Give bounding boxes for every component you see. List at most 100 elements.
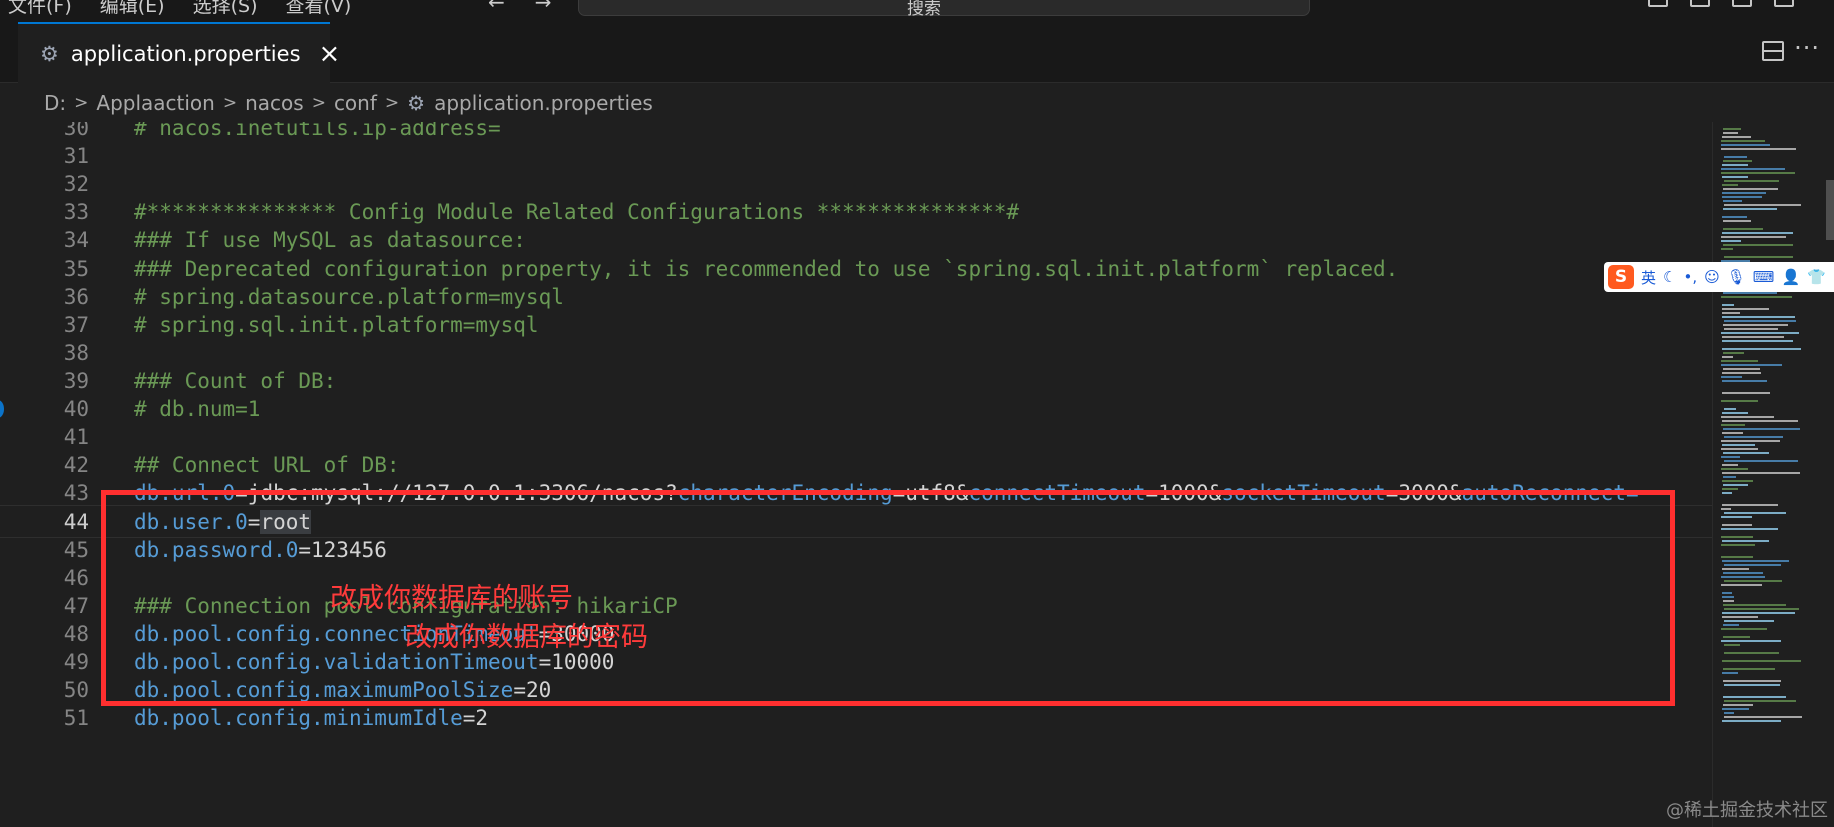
minimap-line: [1722, 560, 1789, 562]
editor-tab-strip: ⚙ application.properties × ···: [0, 22, 1834, 83]
customize-layout-icon[interactable]: [1774, 0, 1794, 7]
minimap-line: [1724, 652, 1779, 654]
forward-arrow-icon[interactable]: →: [535, 0, 552, 14]
back-arrow-icon[interactable]: ←: [488, 0, 505, 14]
breadcrumb-drive[interactable]: D:: [44, 91, 66, 115]
microphone-icon[interactable]: 🎙: [1727, 268, 1746, 286]
minimap-line: [1722, 392, 1770, 394]
minimap-line: [1722, 356, 1733, 358]
minimap-line: [1721, 576, 1765, 578]
navigation-arrows: ← →: [488, 0, 552, 14]
minimap-line: [1724, 320, 1796, 322]
moon-icon[interactable]: ☾: [1663, 268, 1676, 286]
code-token: # spring.datasource.platform=mysql: [134, 284, 564, 309]
breadcrumb-file[interactable]: application.properties: [434, 91, 653, 115]
minimap-line: [1723, 160, 1752, 162]
minimap-line: [1722, 612, 1795, 614]
skin-icon[interactable]: 👕: [1807, 268, 1826, 286]
minimap-line: [1723, 220, 1751, 222]
minimap-line: [1722, 616, 1758, 618]
toggle-secondary-sidebar-icon[interactable]: [1732, 0, 1752, 7]
more-actions-icon[interactable]: ···: [1794, 34, 1820, 62]
code-line[interactable]: 51 db.pool.config.minimumIdle=2: [0, 702, 1712, 735]
breadcrumb: D: > Applaaction > nacos > conf > ⚙ appl…: [0, 83, 1834, 122]
punctuation-icon[interactable]: •,: [1683, 268, 1697, 286]
line-code: db.pool.config.minimumIdle=2: [134, 702, 488, 735]
minimap-line: [1721, 544, 1755, 546]
minimap-line: [1721, 468, 1748, 470]
minimap-line: [1722, 340, 1793, 342]
menu-selection[interactable]: 选择(S): [193, 0, 258, 18]
minimap-line: [1721, 528, 1778, 530]
minimap-line: [1724, 644, 1740, 646]
tab-application-properties[interactable]: ⚙ application.properties ×: [18, 22, 340, 83]
chevron-right-icon: >: [311, 92, 326, 113]
toggle-primary-sidebar-icon[interactable]: [1648, 0, 1668, 7]
minimap-line: [1722, 672, 1738, 674]
minimap-line: [1722, 308, 1769, 310]
user-icon[interactable]: 👤: [1781, 268, 1800, 286]
title-bar: 文件(F) 编辑(E) 选择(S) 查看(V) ← → 搜索: [0, 0, 1834, 22]
minimap-line: [1723, 636, 1750, 638]
minimap-line: [1723, 604, 1786, 606]
minimap-line: [1723, 132, 1738, 134]
minimap-line: [1723, 352, 1744, 354]
minimap-line: [1722, 412, 1748, 414]
minimap-line: [1721, 364, 1782, 366]
menu-file[interactable]: 文件(F): [8, 0, 72, 18]
minimap-line: [1723, 624, 1739, 626]
code-token: # spring.sql.init.platform=mysql: [134, 312, 539, 337]
minimap-line: [1722, 660, 1801, 662]
breadcrumb-folder-applaaction[interactable]: Applaaction: [96, 91, 214, 115]
minimap-line: [1722, 348, 1801, 350]
minimap-line: [1723, 452, 1769, 454]
minimap-line: [1724, 408, 1736, 410]
toggle-panel-icon[interactable]: [1690, 0, 1710, 7]
line-number: 51: [63, 706, 89, 731]
minimap-line: [1722, 136, 1751, 138]
minimap-line: [1724, 328, 1778, 330]
minimap-line: [1724, 512, 1786, 514]
minimap-line: [1722, 592, 1732, 594]
code-editor[interactable]: 30 # nacos.inetutils.ip-address= 31 32 33 #**…: [0, 122, 1712, 827]
minimap-line: [1722, 708, 1749, 710]
vertical-scrollbar[interactable]: [1826, 180, 1834, 240]
minimap-line: [1722, 164, 1748, 166]
minimap-line: [1722, 568, 1749, 570]
minimap-line: [1721, 168, 1785, 170]
breadcrumb-folder-conf[interactable]: conf: [334, 91, 377, 115]
minimap-line: [1723, 128, 1741, 130]
minimap-line: [1721, 376, 1742, 378]
menu-view[interactable]: 查看(V): [286, 0, 352, 18]
breadcrumb-folder-nacos[interactable]: nacos: [245, 91, 304, 115]
minimap-line: [1723, 324, 1788, 326]
minimap-line: [1721, 172, 1795, 174]
minimap-line: [1724, 580, 1782, 582]
split-editor-icon[interactable]: [1762, 41, 1784, 61]
minimap-line: [1723, 476, 1736, 478]
minimap-line: [1722, 492, 1732, 494]
emoji-icon[interactable]: ☺: [1704, 268, 1720, 286]
layout-controls: [1648, 0, 1794, 7]
code-token: # nacos.inetutils.ip-address=: [134, 122, 501, 140]
minimap-line: [1724, 716, 1802, 718]
minimap-line: [1722, 524, 1752, 526]
minimap-line: [1722, 464, 1738, 466]
minimap-line: [1723, 244, 1793, 246]
chevron-right-icon: >: [222, 92, 238, 113]
ime-language-toggle[interactable]: 英: [1641, 267, 1656, 288]
ime-toolbar[interactable]: S 英 ☾ •, ☺ 🎙 ⌨ 👤 👕: [1604, 262, 1834, 292]
search-label: 搜索: [907, 0, 941, 19]
sogou-logo-icon[interactable]: S: [1608, 265, 1634, 289]
minimap-line: [1723, 572, 1763, 574]
close-icon[interactable]: ×: [319, 39, 341, 69]
minimap[interactable]: [1712, 122, 1834, 827]
menu-edit[interactable]: 编辑(E): [100, 0, 165, 18]
minimap-line: [1724, 460, 1798, 462]
minimap-line: [1721, 144, 1770, 146]
minimap-line: [1722, 184, 1738, 186]
command-center-search[interactable]: 搜索: [578, 0, 1310, 19]
minimap-line: [1724, 712, 1734, 714]
keyboard-icon[interactable]: ⌨: [1753, 268, 1775, 286]
minimap-line: [1724, 620, 1774, 622]
